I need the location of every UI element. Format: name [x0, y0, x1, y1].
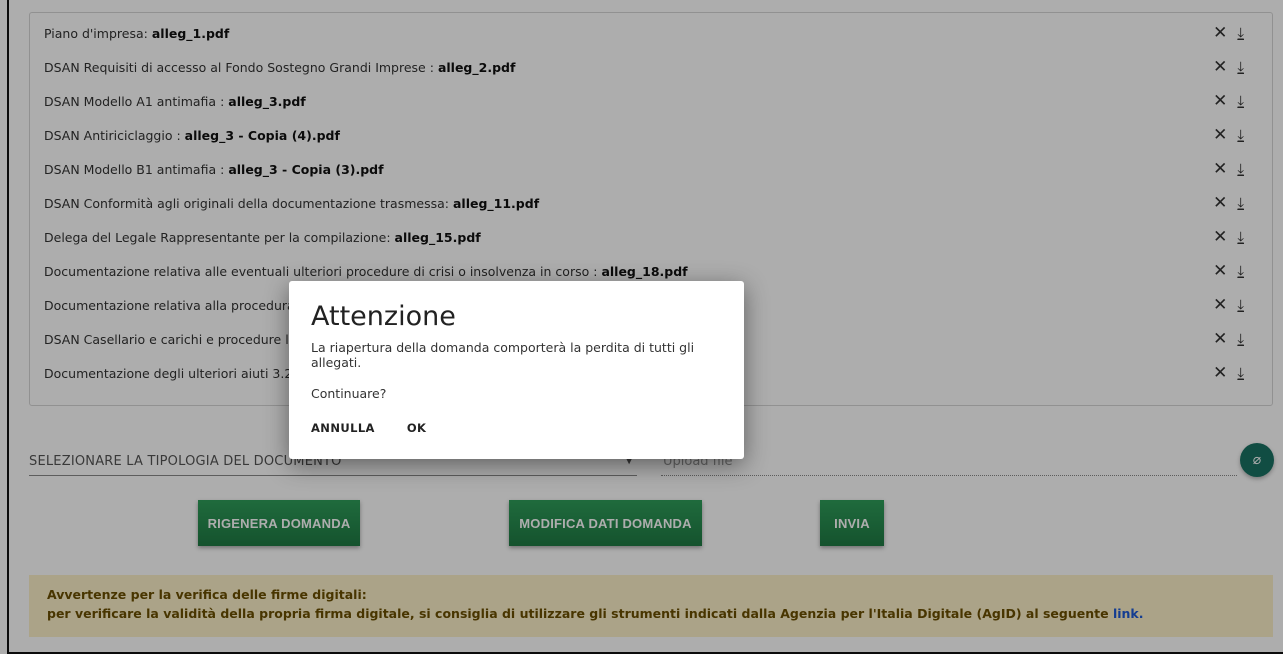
dialog-message: La riapertura della domanda comporterà l… [311, 340, 695, 370]
dialog-actions: ANNULLA OK [311, 421, 722, 435]
dialog-title: Attenzione [311, 301, 456, 332]
cancel-button[interactable]: ANNULLA [311, 421, 375, 435]
confirm-dialog: Attenzione La riapertura della domanda c… [289, 281, 744, 459]
dialog-question: Continuare? [311, 386, 387, 401]
ok-button[interactable]: OK [407, 421, 427, 435]
